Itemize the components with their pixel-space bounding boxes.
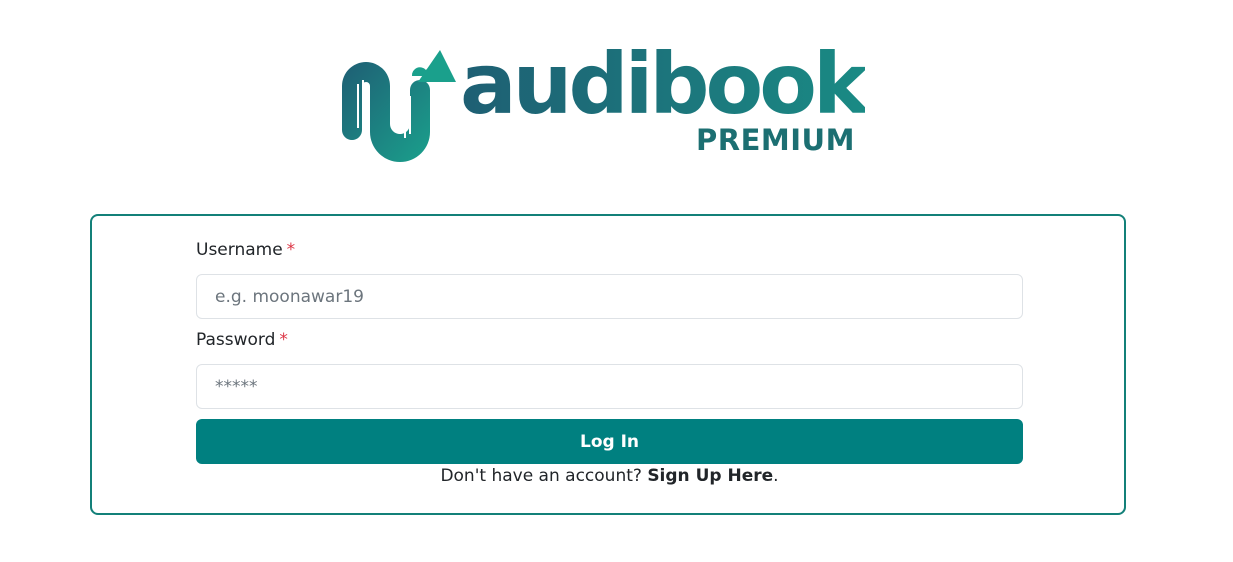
password-label: Password *: [196, 330, 288, 350]
username-input[interactable]: [196, 274, 1023, 319]
signup-prompt: Don't have an account? Sign Up Here.: [196, 466, 1023, 486]
signup-suffix: .: [773, 466, 779, 486]
signup-link[interactable]: Sign Up Here: [647, 466, 773, 486]
password-input[interactable]: [196, 364, 1023, 409]
brand-tier-label: PREMIUM: [696, 123, 855, 157]
brand-wordmark: audibook: [460, 35, 869, 133]
signup-prompt-text: Don't have an account?: [440, 466, 642, 486]
required-marker: *: [286, 240, 296, 260]
username-label-text: Username: [196, 240, 283, 260]
password-label-text: Password: [196, 330, 276, 350]
brand-logo: audibook PREMIUM: [328, 42, 869, 166]
audibook-logo-icon: [342, 50, 456, 162]
username-label: Username *: [196, 240, 295, 260]
login-card: Username* Password* Log In Don't have an…: [90, 214, 1126, 515]
required-marker: *: [279, 330, 288, 350]
login-button[interactable]: Log In: [196, 419, 1023, 464]
